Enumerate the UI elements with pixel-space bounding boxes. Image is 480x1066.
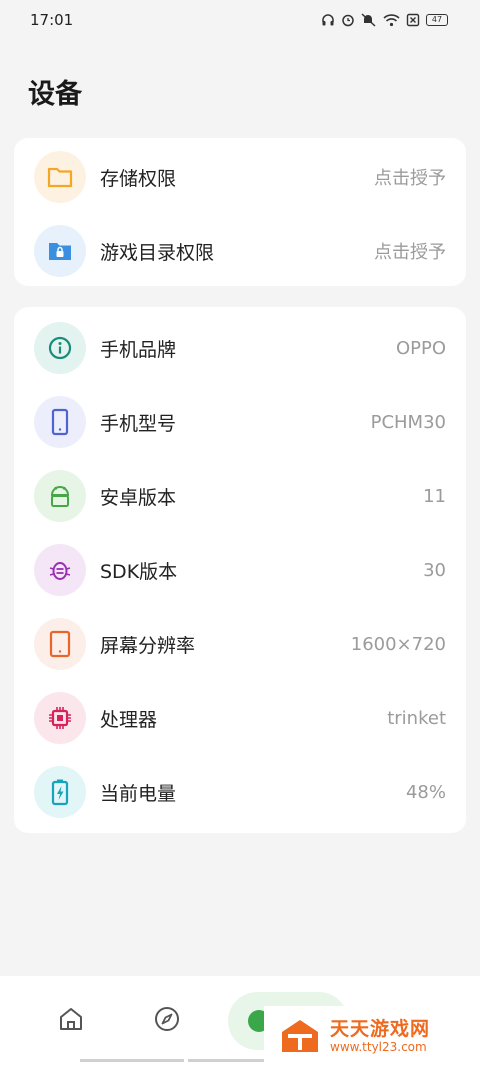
row-label: 游戏目录权限 xyxy=(100,241,215,264)
headset-icon xyxy=(322,14,334,26)
row-value: OPPO xyxy=(395,337,446,359)
wifi-icon xyxy=(383,14,400,27)
device-info-card: 手机品牌 OPPO 手机型号 PCHM30 安卓版本 11 SDK版本 30 屏… xyxy=(14,307,466,833)
watermark-title: 天天游戏网 xyxy=(330,1018,431,1040)
row-label: 屏幕分辨率 xyxy=(100,634,196,657)
chip-icon xyxy=(34,692,86,744)
permissions-card: 存储权限 点击授予 游戏目录权限 点击授予 xyxy=(14,138,466,286)
row-label: SDK版本 xyxy=(100,560,178,583)
info-row-resolution: 屏幕分辨率 1600×720 xyxy=(14,607,466,681)
nav-indicator xyxy=(80,1059,184,1062)
tablet-icon xyxy=(34,618,86,670)
info-row-battery: 当前电量 48% xyxy=(14,755,466,829)
row-value: 11 xyxy=(423,485,446,507)
battery-charging-icon xyxy=(34,766,86,818)
game-dir-permission-row[interactable]: 游戏目录权限 点击授予 xyxy=(14,214,466,288)
battery-icon: 47 xyxy=(426,14,448,26)
home-icon[interactable] xyxy=(56,1004,86,1034)
no-sim-icon xyxy=(406,13,420,27)
compass-icon[interactable] xyxy=(152,1004,182,1034)
phone-icon xyxy=(34,396,86,448)
row-value: trinket xyxy=(387,707,446,729)
row-value: 1600×720 xyxy=(350,633,446,655)
row-label: 手机型号 xyxy=(100,412,177,435)
folder-icon xyxy=(34,151,86,203)
watermark-logo-icon xyxy=(282,1020,318,1052)
status-bar: 17:01 47 xyxy=(0,0,480,40)
row-label: 存储权限 xyxy=(100,167,177,190)
bug-icon xyxy=(34,544,86,596)
info-icon xyxy=(34,322,86,374)
info-row-android: 安卓版本 11 xyxy=(14,459,466,533)
watermark: 天天游戏网 www.ttyl23.com xyxy=(264,1006,480,1066)
status-time: 17:01 xyxy=(30,11,74,29)
watermark-url: www.ttyl23.com xyxy=(330,1040,427,1054)
nav-indicator xyxy=(188,1059,264,1062)
row-label: 处理器 xyxy=(100,708,158,731)
status-icons: 47 xyxy=(321,13,448,27)
row-label: 当前电量 xyxy=(100,782,177,805)
row-value: 48% xyxy=(405,781,446,803)
storage-permission-row[interactable]: 存储权限 点击授予 xyxy=(14,140,466,214)
grant-link[interactable]: 点击授予 xyxy=(374,164,446,190)
folder-lock-icon xyxy=(34,225,86,277)
alarm-icon xyxy=(342,14,354,27)
info-row-sdk: SDK版本 30 xyxy=(14,533,466,607)
info-row-processor: 处理器 trinket xyxy=(14,681,466,755)
row-label: 安卓版本 xyxy=(100,486,177,509)
page-title: 设备 xyxy=(28,79,82,110)
row-label: 手机品牌 xyxy=(100,338,177,361)
grant-link[interactable]: 点击授予 xyxy=(374,238,446,264)
android-icon xyxy=(34,470,86,522)
mute-icon xyxy=(361,13,376,27)
info-row-model: 手机型号 PCHM30 xyxy=(14,385,466,459)
row-value: 30 xyxy=(423,559,446,581)
info-row-brand: 手机品牌 OPPO xyxy=(14,311,466,385)
row-value: PCHM30 xyxy=(370,411,446,433)
